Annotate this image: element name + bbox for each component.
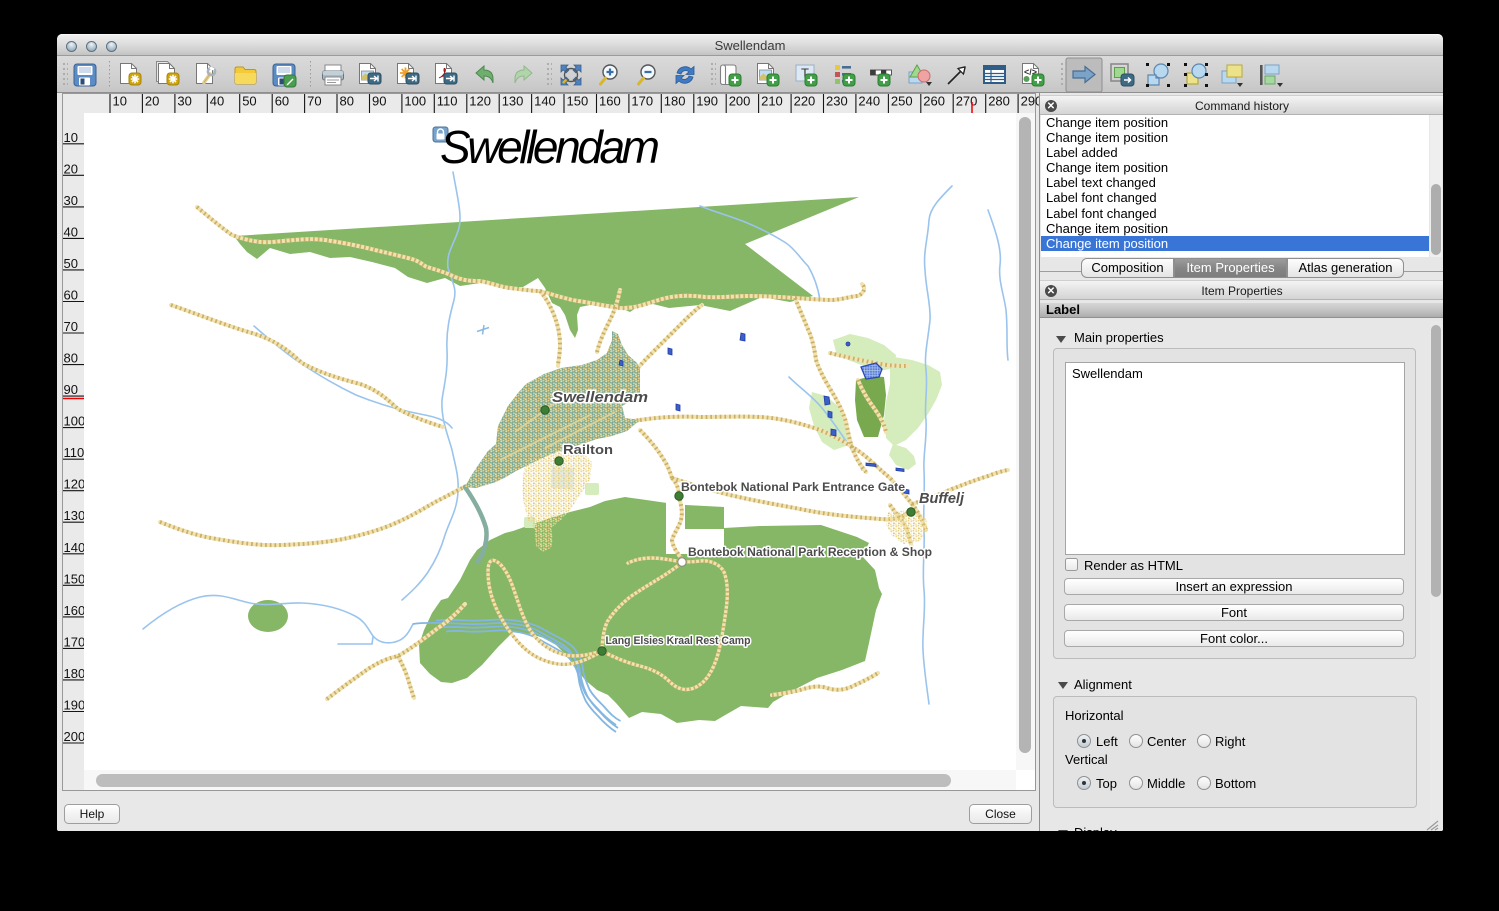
svg-text:180: 180 (664, 94, 686, 109)
svg-text:100: 100 (64, 414, 85, 429)
svg-text:50: 50 (242, 94, 256, 109)
svg-text:120: 120 (469, 94, 491, 109)
svg-text:Railton: Railton (563, 442, 613, 457)
svg-text:110: 110 (437, 94, 458, 109)
svg-text:190: 190 (64, 698, 85, 713)
svg-text:Lang Elsies Kraal Rest Camp: Lang Elsies Kraal Rest Camp (606, 635, 751, 647)
svg-text:20: 20 (64, 161, 78, 176)
svg-text:10: 10 (113, 94, 127, 109)
svg-text:60: 60 (275, 94, 289, 109)
svg-text:30: 30 (177, 94, 191, 109)
svg-text:Buffelj: Buffelj (919, 491, 965, 507)
svg-text:170: 170 (64, 634, 85, 649)
svg-text:Bontebok National Park Entranc: Bontebok National Park Entrance Gate (681, 482, 905, 494)
svg-text:40: 40 (64, 224, 78, 239)
svg-text:100: 100 (404, 94, 426, 109)
svg-text:50: 50 (64, 256, 78, 271)
svg-text:170: 170 (631, 94, 653, 109)
svg-text:10: 10 (64, 130, 78, 145)
svg-text:80: 80 (340, 94, 354, 109)
svg-text:40: 40 (210, 94, 224, 109)
svg-text:230: 230 (826, 94, 848, 109)
svg-text:90: 90 (64, 382, 78, 397)
svg-text:140: 140 (534, 94, 556, 109)
svg-text:30: 30 (64, 193, 78, 208)
svg-text:210: 210 (761, 94, 783, 109)
svg-text:190: 190 (696, 94, 718, 109)
svg-text:Bontebok National Park Recepti: Bontebok National Park Reception & Shop (688, 547, 932, 559)
svg-text:Swellendam: Swellendam (552, 389, 648, 406)
svg-text:130: 130 (64, 508, 85, 523)
svg-text:220: 220 (794, 94, 816, 109)
svg-text:200: 200 (729, 94, 751, 109)
svg-text:150: 150 (567, 94, 589, 109)
svg-text:70: 70 (64, 319, 78, 334)
svg-text:60: 60 (64, 288, 78, 303)
svg-text:260: 260 (923, 94, 945, 109)
svg-text:250: 250 (891, 94, 913, 109)
svg-text:130: 130 (502, 94, 524, 109)
svg-text:120: 120 (64, 477, 85, 492)
svg-text:80: 80 (64, 351, 78, 366)
svg-text:110: 110 (64, 445, 85, 460)
svg-text:160: 160 (64, 603, 85, 618)
svg-text:280: 280 (988, 94, 1010, 109)
svg-text:180: 180 (64, 666, 85, 681)
svg-text:70: 70 (307, 94, 321, 109)
svg-text:270: 270 (956, 94, 978, 109)
svg-text:Swellendam: Swellendam (440, 121, 660, 173)
svg-text:90: 90 (372, 94, 386, 109)
svg-text:20: 20 (145, 94, 159, 109)
svg-text:150: 150 (64, 571, 85, 586)
svg-text:140: 140 (64, 540, 85, 555)
svg-text:160: 160 (599, 94, 621, 109)
svg-text:240: 240 (858, 94, 880, 109)
svg-text:200: 200 (64, 729, 85, 744)
